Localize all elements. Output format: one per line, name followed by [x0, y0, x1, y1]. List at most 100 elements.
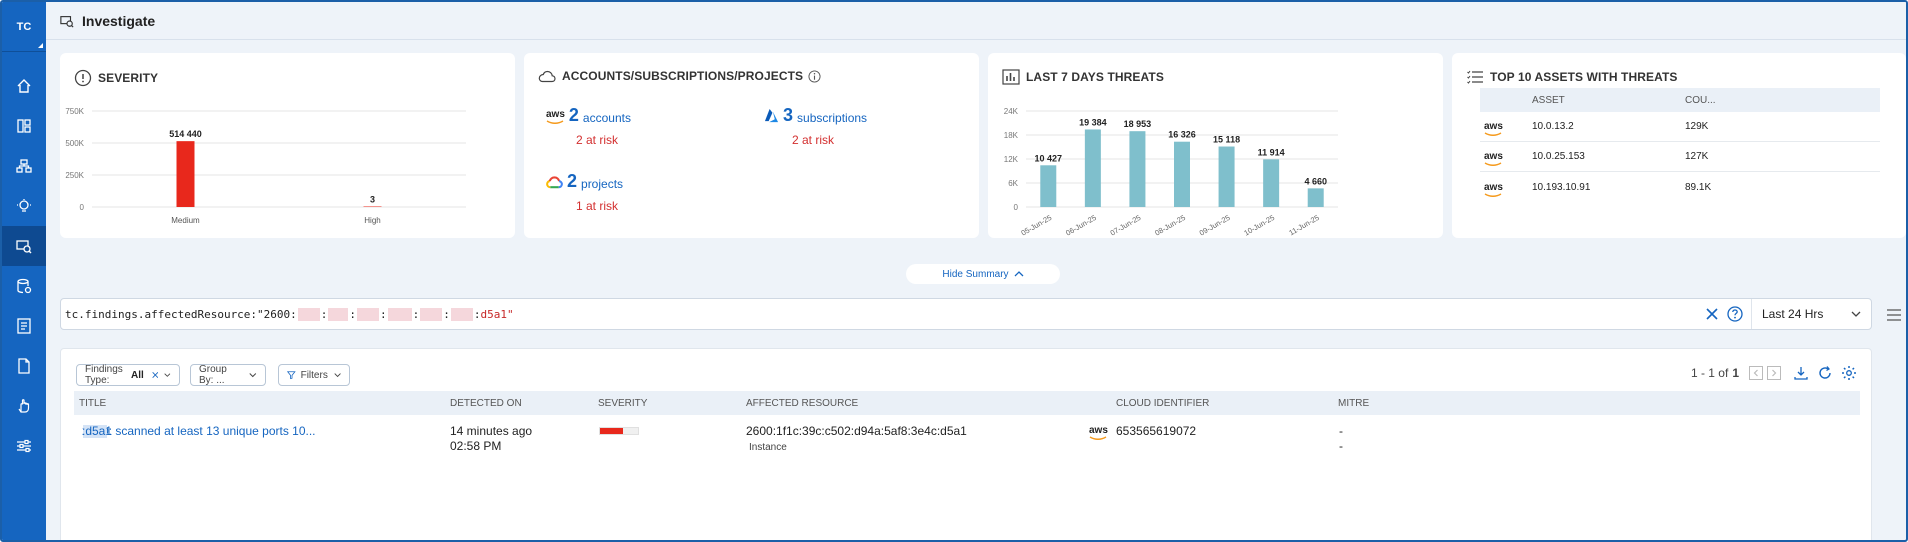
x-tick-label: 08-Jun-25 [1153, 213, 1187, 238]
affected-resource: 2600:1f1c:39c:c502:d94a:5af8:3e4c:d5a1 [746, 424, 967, 438]
pagination-range: 1 - 1 of [1690, 366, 1729, 380]
redacted-segment [387, 308, 412, 321]
hand-icon[interactable] [2, 386, 46, 426]
prev-page-icon[interactable] [1749, 366, 1763, 380]
asset-name: 10.193.10.91 [1532, 181, 1591, 193]
menu-icon[interactable] [1886, 308, 1902, 322]
bar [1040, 165, 1057, 207]
topology-icon[interactable] [2, 146, 46, 186]
severity-bar [599, 427, 639, 435]
chevron-down-icon [164, 373, 171, 377]
refresh-icon[interactable] [1817, 365, 1833, 381]
avatar[interactable]: TC [2, 2, 46, 52]
bar-value-label: 15 118 [1213, 135, 1240, 145]
assets-card: TOP 10 ASSETS WITH THREATS ASSET COU... … [1452, 53, 1906, 238]
bar [1084, 129, 1101, 207]
group-by-select[interactable]: Group By: ... [190, 364, 266, 386]
col-affected-resource[interactable]: AFFECTED RESOURCE [746, 398, 858, 409]
download-icon[interactable] [1793, 365, 1809, 381]
time-range-select[interactable]: Last 24 Hrs [1751, 299, 1871, 329]
bar [1307, 188, 1324, 207]
pagination: 1 - 1 of 1 [1691, 365, 1857, 381]
findings-type-value: All [130, 369, 144, 381]
aws-logo-icon: aws [1484, 121, 1503, 136]
database-icon[interactable] [2, 266, 46, 306]
col-detected-on[interactable]: DETECTED ON [450, 398, 522, 409]
table-row[interactable]: aws 10.0.13.2 129K [1480, 112, 1880, 142]
aws-accounts-count: 2 [568, 105, 579, 125]
investigate-header-icon [60, 15, 74, 28]
bar-value-label: 11 914 [1258, 147, 1285, 157]
report-icon[interactable] [2, 306, 46, 346]
chevron-down-icon [1851, 311, 1861, 317]
bar-value-label: 514 440 [169, 129, 202, 139]
search-input[interactable]: tc.findings.affectedResource:"2600: : : … [60, 298, 1872, 330]
settings-gear-icon[interactable] [1841, 365, 1857, 381]
redacted-segment [328, 308, 349, 321]
col-title[interactable]: TITLE [79, 398, 106, 409]
assets-col-asset[interactable]: ASSET [1532, 95, 1565, 106]
settings-sliders-icon[interactable] [2, 426, 46, 466]
aws-accounts-label: accounts [582, 111, 631, 125]
filters-label: Filters [300, 369, 328, 381]
asset-count: 89.1K [1685, 181, 1712, 193]
help-icon[interactable] [1727, 306, 1743, 322]
assets-title-text: TOP 10 ASSETS WITH THREATS [1490, 70, 1678, 84]
asset-count: 127K [1685, 151, 1709, 162]
finding-title-link[interactable]: 2600: : : : : : :d5a1 scanned at least 1… [82, 424, 316, 438]
cloud-identifier: 653565619072 [1116, 424, 1197, 438]
home-icon[interactable] [2, 66, 46, 106]
table-row[interactable]: 2600: : : : : : :d5a1 scanned at least 1… [74, 417, 1860, 457]
x-tick-label: High [364, 216, 380, 225]
hide-summary-label: Hide Summary [942, 268, 1009, 280]
severity-card: SEVERITY 0 250K 500K 750K 514 440 Medium 3 High [60, 53, 515, 238]
y-tick-label: 6K [1008, 179, 1018, 188]
azure-subscriptions-count: 3 [783, 105, 794, 125]
aws-logo-icon: aws [1089, 425, 1108, 440]
table-row[interactable]: aws 10.0.25.153 127K [1480, 142, 1880, 172]
dashboard-icon[interactable] [2, 106, 46, 146]
azure-risk: 2 at risk [792, 133, 835, 147]
clear-icon[interactable] [1705, 307, 1719, 321]
filter-funnel-icon [287, 371, 296, 380]
bar-value-label: 3 [370, 195, 375, 205]
bar [1263, 159, 1280, 207]
assets-col-count[interactable]: COU... [1685, 95, 1716, 106]
x-tick-label: 06-Jun-25 [1064, 213, 1098, 238]
gcp-risk: 1 at risk [576, 199, 619, 213]
azure-subscriptions[interactable]: 3 subscriptions [764, 105, 867, 126]
hide-summary-button[interactable]: Hide Summary [906, 264, 1060, 284]
document-icon[interactable] [2, 346, 46, 386]
pagination-total: 1 [1732, 366, 1739, 380]
bar-value-label: 19 384 [1079, 117, 1107, 127]
x-tick-label: 10-Jun-25 [1242, 213, 1276, 238]
y-tick-label: 18K [1004, 131, 1019, 140]
chevron-down-icon [249, 373, 257, 378]
redacted-segment [297, 308, 320, 321]
bar-value-label: 18 953 [1124, 119, 1152, 129]
assets-table-header: ASSET COU... [1480, 88, 1880, 112]
search-query[interactable]: tc.findings.affectedResource:"2600: : : … [65, 308, 514, 321]
info-icon[interactable] [808, 69, 821, 83]
close-icon[interactable] [152, 370, 159, 380]
next-page-icon[interactable] [1767, 366, 1781, 380]
findings-type-filter[interactable]: Findings Type: All [76, 364, 180, 386]
bar-value-label: 10 427 [1035, 153, 1063, 163]
bar-value-label: 4 660 [1304, 176, 1327, 186]
col-mitre[interactable]: MITRE [1338, 398, 1369, 409]
table-row[interactable]: aws 10.193.10.91 89.1K [1480, 172, 1880, 202]
sidebar: TC [2, 2, 46, 540]
aws-accounts[interactable]: aws 2 accounts [546, 105, 631, 126]
gcp-logo-icon [546, 176, 563, 189]
cloud-icon [538, 70, 556, 83]
lightbulb-icon[interactable] [2, 186, 46, 226]
col-severity[interactable]: SEVERITY [598, 398, 647, 409]
investigate-icon[interactable] [2, 226, 46, 266]
x-tick-label: 09-Jun-25 [1198, 213, 1232, 238]
filters-button[interactable]: Filters [278, 364, 350, 386]
x-tick-label: 07-Jun-25 [1109, 213, 1143, 238]
finding-title-suffix: :d5a1 scanned at least 13 unique ports 1… [82, 424, 316, 438]
aws-logo-icon: aws [1484, 151, 1503, 166]
col-cloud-identifier[interactable]: CLOUD IDENTIFIER [1116, 398, 1209, 409]
gcp-projects[interactable]: 2 projects [546, 171, 623, 192]
